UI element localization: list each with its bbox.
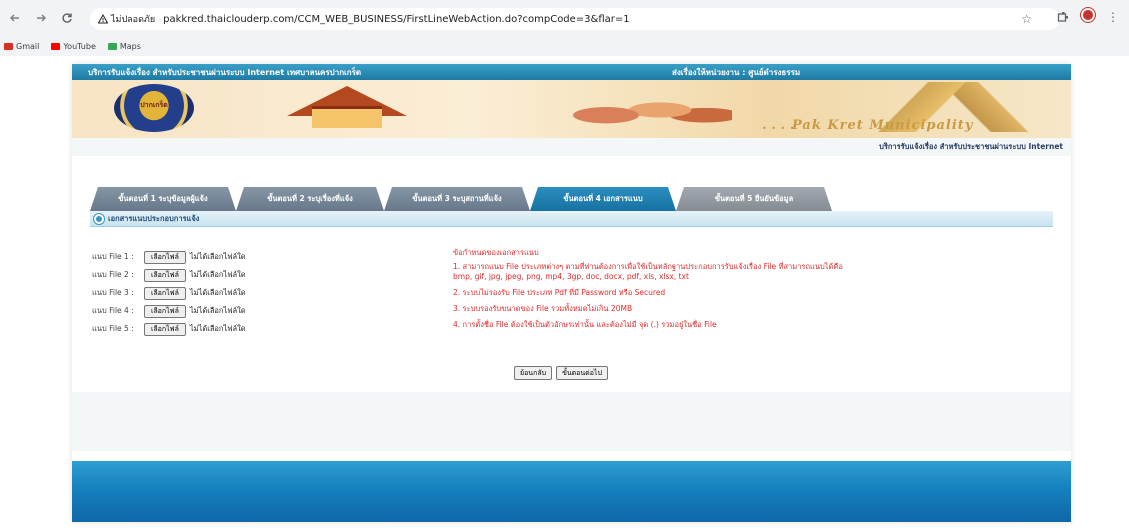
file-status: ไม่ได้เลือกไฟล์ใด [189,288,246,297]
choose-file-button-5[interactable]: เลือกไฟล์ [144,322,186,336]
address-bar[interactable]: ไม่ปลอดภัย pakkred.thaiclouderp.com/CCM_… [90,8,1060,30]
file-status: ไม่ได้เลือกไฟล์ใด [189,270,246,279]
service-title: บริการรับแจ้งเรื่อง สำหรับประชาชนผ่านระบ… [88,67,362,77]
file-row: แนบ File 3 : เลือกไฟล์ ไม่ได้เลือกไฟล์ใด [92,284,246,302]
tab-step-2[interactable]: ขั้นตอนที่ 2 ระบุเรื่องที่แจ้ง [236,187,384,211]
next-step-button[interactable]: ขั้นตอนต่อไป [556,366,608,380]
extensions-icon[interactable] [1057,11,1069,23]
section-bullet-icon [94,213,104,224]
bookmark-label: YouTube [63,41,96,51]
security-warning[interactable]: ไม่ปลอดภัย [98,12,155,26]
bookmark-label: Maps [119,41,141,51]
file-status: ไม่ได้เลือกไฟล์ใด [189,306,246,315]
bookmark-youtube[interactable]: YouTube [51,42,96,51]
tab-step-3[interactable]: ขั้นตอนที่ 3 ระบุสถานที่แจ้ง [384,187,530,211]
requirement-item: 3. ระบบรองรับขนาดของ File รวมทั้งหมดไม่เ… [453,304,633,313]
gmail-icon [4,42,13,50]
file-status: ไม่ได้เลือกไฟล์ใด [189,252,246,261]
file-status: ไม่ได้เลือกไฟล์ใด [189,324,246,333]
brand-prefix: • • • • [762,124,796,133]
file-row: แนบ File 5 : เลือกไฟล์ ไม่ได้เลือกไฟล์ใด [92,320,246,338]
choose-file-button-3[interactable]: เลือกไฟล์ [144,286,186,300]
more-menu-icon[interactable]: ⋮ [1107,10,1119,24]
requirement-item: 2. ระบบไม่รองรับ File ประเภท Pdf ที่มี P… [453,288,666,297]
requirement-item: 4. การตั้งชื่อ File ต้องใช้เป็นตัวอักษรเ… [453,320,717,329]
bookmark-label: Gmail [16,41,40,51]
file-row: แนบ File 2 : เลือกไฟล์ ไม่ได้เลือกไฟล์ใด [92,266,246,284]
browser-toolbar: ไม่ปลอดภัย pakkred.thaiclouderp.com/CCM_… [0,0,1129,36]
security-label: ไม่ปลอดภัย [111,15,156,25]
form-actions: ย้อนกลับ ขั้นตอนต่อไป [514,366,608,380]
site-container: บริการรับแจ้งเรื่อง สำหรับประชาชนผ่านระบ… [72,64,1071,522]
tab-step-1[interactable]: ขั้นตอนที่ 1 ระบุข้อมูลผู้แจ้ง [90,187,236,211]
header-banner: ปากเกร็ด • • • • Pak Kret Municipality [72,80,1071,138]
file-row: แนบ File 1 : เลือกไฟล์ ไม่ได้เลือกไฟล์ใด [92,248,246,266]
youtube-icon [51,42,61,50]
attachment-requirements: ข้อกำหนดของเอกสารแนบ 1. สามารถแนบ File ป… [453,248,863,336]
section-header: เอกสารแนบประกอบการแจ้ง [90,211,1053,227]
reload-icon[interactable] [56,7,78,29]
pavilion-image [312,106,382,128]
tab-step-5[interactable]: ขั้นตอนที่ 5 ยืนยันข้อมูล [676,187,832,211]
requirements-heading: ข้อกำหนดของเอกสารแนบ [453,248,539,257]
maps-icon [107,42,117,50]
profile-avatar[interactable] [1081,8,1095,25]
file-upload-list: แนบ File 1 : เลือกไฟล์ ไม่ได้เลือกไฟล์ใด… [92,248,246,338]
bookmarks-bar: Gmail YouTube Maps [0,36,1129,56]
url-text: pakkred.thaiclouderp.com/CCM_WEB_BUSINES… [163,13,630,25]
people-image [552,84,732,136]
form-content: ขั้นตอนที่ 1 ระบุข้อมูลผู้แจ้ง ขั้นตอนที… [72,156,1071,392]
file-label: แนบ File 4 : [92,306,134,315]
back-button[interactable]: ย้อนกลับ [514,366,553,380]
requirement-item: 1. สามารถแนบ File ประเภทต่างๆ ตามที่ท่าน… [453,262,843,281]
file-row: แนบ File 4 : เลือกไฟล์ ไม่ได้เลือกไฟล์ใด [92,302,246,320]
choose-file-button-4[interactable]: เลือกไฟล์ [144,304,186,318]
seal-text: ปากเกร็ด [140,101,168,109]
section-title: เอกสารแนบประกอบการแจ้ง [108,213,200,223]
file-label: แนบ File 5 : [92,324,134,333]
forward-arrow-icon[interactable] [30,7,52,29]
choose-file-button-1[interactable]: เลือกไฟล์ [144,250,186,264]
choose-file-button-2[interactable]: เลือกไฟล์ [144,268,186,282]
bookmark-maps[interactable]: Maps [107,41,141,51]
tab-step-4[interactable]: ขั้นตอนที่ 4 เอกสารแนบ [530,187,676,211]
brand-name: Pak Kret Municipality [792,118,974,133]
agency-label: ส่งเรื่องให้หน่วยงาน : ศูนย์ดำรงธรรม [672,67,801,77]
site-top-bar: บริการรับแจ้งเรื่อง สำหรับประชาชนผ่านระบ… [72,64,1071,80]
warning-icon [98,14,108,24]
page-viewport: บริการรับแจ้งเรื่อง สำหรับประชาชนผ่านระบ… [0,56,1129,530]
bookmark-gmail[interactable]: Gmail [4,42,39,51]
site-footer [72,451,1071,522]
back-arrow-icon[interactable] [4,7,26,29]
file-label: แนบ File 2 : [92,270,134,279]
page-subtitle: บริการรับแจ้งเรื่อง สำหรับประชาชนผ่านระบ… [879,142,1063,151]
file-label: แนบ File 1 : [92,252,134,261]
file-label: แนบ File 3 : [92,288,134,297]
bookmark-star-icon[interactable]: ☆ [1021,12,1032,26]
